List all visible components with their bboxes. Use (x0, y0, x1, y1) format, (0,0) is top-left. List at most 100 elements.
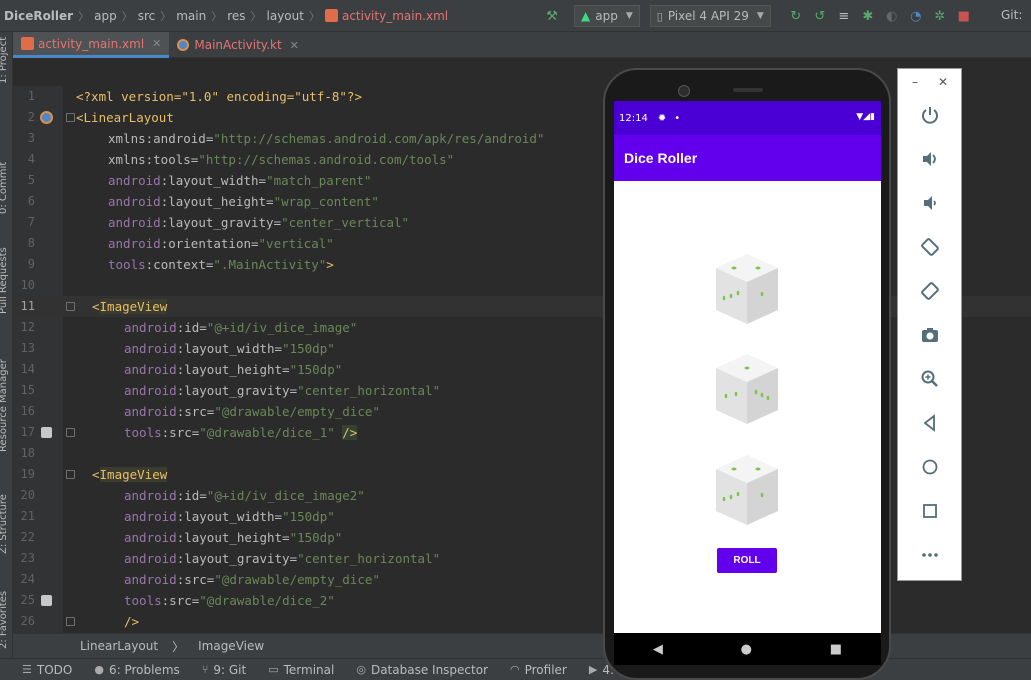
tool-tab-favorites[interactable]: 2: Favorites (0, 591, 9, 649)
main-toolbar: ⚒ ▲ app ▼ ▯ Pixel 4 API 29 ▼ ↻ ↺ ≡ ✱ ◐ ◔ ✲ ■ (540, 0, 976, 32)
run-list-icon[interactable]: ≡ (833, 5, 855, 27)
tab-main-activity[interactable]: MainActivity.kt ✕ (169, 32, 307, 58)
line-number: 13 (20, 341, 35, 355)
breadcrumb-file[interactable]: activity_main.xml (342, 9, 448, 23)
breadcrumb-main[interactable]: main (176, 9, 206, 23)
phone-icon: ▯ (656, 9, 663, 23)
play-icon: ▶ (588, 663, 598, 676)
line-number: 8 (27, 236, 35, 250)
build-hammer-icon[interactable]: ⚒ (541, 5, 563, 27)
tool-git[interactable]: ⑂ 9: Git (202, 663, 246, 677)
tool-tab-resource-manager[interactable]: Resource Manager (0, 359, 9, 452)
code-text: tools:src="@drawable/dice_2" (124, 593, 335, 608)
overview-icon[interactable] (918, 499, 942, 523)
code-text: <ImageView (92, 299, 168, 314)
tool-profiler[interactable]: ◠ Profiler (510, 663, 567, 677)
breadcrumb-project[interactable]: DiceRoller (4, 9, 73, 23)
device-select[interactable]: ▯ Pixel 4 API 29 ▼ (649, 5, 771, 27)
git-label[interactable]: Git: (1001, 8, 1022, 22)
tool-todo[interactable]: ☰ TODO (22, 663, 72, 677)
back-icon[interactable]: ◀ (653, 642, 663, 657)
debug-bug-icon[interactable]: ✱ (857, 5, 879, 27)
camera-icon[interactable] (918, 323, 942, 347)
code-text: android:layout_width="150dp" (124, 509, 335, 524)
attach-debugger-icon[interactable]: ✲ (929, 5, 951, 27)
tool-terminal[interactable]: ▭ Terminal (268, 663, 334, 677)
kotlin-class-gutter-icon[interactable] (40, 111, 53, 124)
tool-tab-commit[interactable]: 0: Commit (0, 162, 9, 214)
code-text: android:layout_gravity="center_vertical" (108, 215, 410, 230)
emulator-screen[interactable]: 12:14 ✹ • ▼◢▮ Dice Roller ROLL (614, 101, 881, 633)
minimize-icon[interactable]: – (912, 75, 918, 89)
xml-breadcrumb-item[interactable]: LinearLayout (80, 639, 158, 653)
code-text: tools:src="@drawable/dice_1" /> (124, 425, 358, 440)
dice-image-2 (716, 354, 778, 424)
back-icon[interactable] (918, 411, 942, 435)
tool-label: Database Inspector (370, 662, 488, 677)
device-label: Pixel 4 API 29 (667, 9, 749, 23)
home-icon[interactable] (918, 455, 942, 479)
power-icon[interactable] (918, 103, 942, 127)
tool-tab-structure[interactable]: Z: Structure (0, 494, 9, 554)
fold-icon[interactable] (66, 617, 75, 626)
apply-code-changes-icon[interactable]: ↺ (809, 5, 831, 27)
code-text: /> (124, 614, 140, 629)
breadcrumb-separator: 〉 (160, 9, 172, 23)
run-config-select[interactable]: ▲ app ▼ (574, 5, 640, 27)
line-number: 17 (20, 425, 35, 439)
tool-label: 6: Problems (108, 662, 180, 677)
fold-icon[interactable] (66, 428, 75, 437)
line-number: 12 (20, 320, 35, 334)
tool-database-inspector[interactable]: ◎ Database Inspector (356, 663, 488, 677)
line-number: 16 (20, 404, 35, 418)
gauge-icon: ◠ (510, 663, 520, 676)
close-icon[interactable]: ✕ (938, 75, 948, 89)
tool-tab-project[interactable]: 1: Project (0, 37, 9, 84)
recents-icon[interactable]: ■ (830, 642, 842, 657)
rotate-left-icon[interactable] (918, 235, 942, 259)
tool-problems[interactable]: ● 6: Problems (94, 663, 179, 677)
volume-up-icon[interactable] (918, 147, 942, 171)
home-icon[interactable]: ● (741, 642, 752, 657)
code-text: android:layout_width="match_parent" (108, 173, 372, 188)
breadcrumb-separator: 〉 (308, 9, 320, 23)
close-icon[interactable]: ✕ (290, 39, 299, 52)
breadcrumb-separator: 〉 (78, 9, 90, 23)
line-number: 23 (20, 551, 35, 565)
close-icon[interactable]: ✕ (152, 37, 161, 50)
breadcrumb: DiceRoller 〉 app 〉 src 〉 main 〉 res 〉 layout 〉… (0, 8, 448, 24)
run-config-label: app (595, 9, 618, 23)
dice-preview-gutter-icon[interactable] (41, 427, 52, 438)
dice-preview-gutter-icon[interactable] (41, 595, 52, 606)
xml-breadcrumb-item[interactable]: ImageView (198, 639, 264, 653)
stop-icon[interactable]: ■ (953, 5, 975, 27)
roll-button[interactable]: ROLL (717, 548, 777, 573)
rotate-right-icon[interactable] (918, 279, 942, 303)
breadcrumb-app[interactable]: app (94, 9, 117, 23)
fold-icon[interactable] (66, 302, 75, 311)
coverage-icon[interactable]: ◐ (881, 5, 903, 27)
tool-label: Terminal (283, 662, 335, 677)
tab-activity-main[interactable]: activity_main.xml ✕ (13, 32, 170, 58)
branch-icon: ⑂ (201, 663, 209, 676)
zoom-icon[interactable] (918, 367, 942, 391)
line-number: 26 (20, 614, 35, 628)
dice-image-1 (716, 254, 778, 324)
more-icon[interactable] (918, 543, 942, 567)
tool-label: Profiler (524, 662, 567, 677)
code-text: android:id="@+id/iv_dice_image2" (124, 488, 365, 503)
breadcrumb-src[interactable]: src (138, 9, 156, 23)
volume-down-icon[interactable] (918, 191, 942, 215)
fold-icon[interactable] (66, 470, 75, 479)
tool-tab-pull-requests[interactable]: Pull Requests (0, 247, 9, 314)
android-status-bar: 12:14 ✹ • ▼◢▮ (614, 101, 881, 135)
profile-icon[interactable]: ◔ (905, 5, 927, 27)
emulator-window-controls: – ✕ (898, 75, 963, 91)
breadcrumb-layout[interactable]: layout (267, 9, 304, 23)
line-number: 7 (27, 215, 35, 229)
apply-changes-icon[interactable]: ↻ (785, 5, 807, 27)
breadcrumb-res[interactable]: res (227, 9, 245, 23)
fold-icon[interactable] (66, 113, 75, 122)
code-text: android:layout_height="wrap_content" (108, 194, 379, 209)
code-text: android:src="@drawable/empty_dice" (124, 572, 380, 587)
